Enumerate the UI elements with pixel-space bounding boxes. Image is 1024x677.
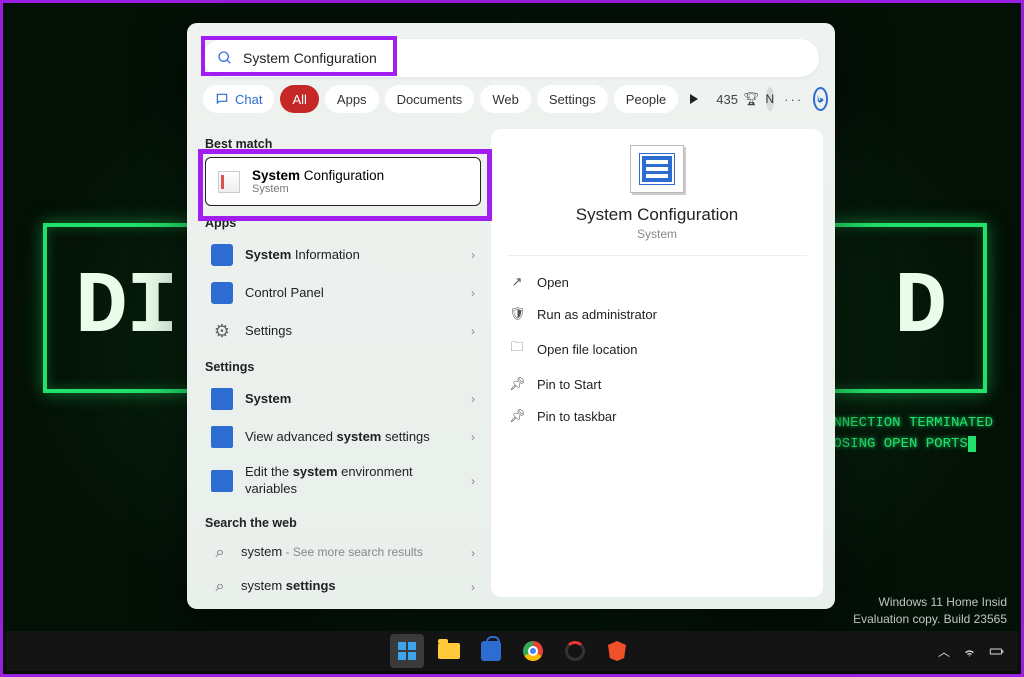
best-match-result[interactable]: System Configuration System bbox=[205, 157, 481, 206]
filter-settings[interactable]: Settings bbox=[537, 85, 608, 113]
taskbar-app[interactable] bbox=[558, 634, 592, 668]
folder-icon: 🗀 bbox=[509, 338, 525, 360]
chevron-right-icon: › bbox=[471, 474, 475, 488]
brave-icon bbox=[608, 641, 626, 661]
wallpaper-terminal-text: CONNECTION TERMINATED CLOSING OPEN PORTS bbox=[817, 413, 993, 455]
shield-icon: 🛡︎ bbox=[509, 306, 525, 322]
taskbar-chrome[interactable] bbox=[516, 634, 550, 668]
filter-all[interactable]: All bbox=[280, 85, 318, 113]
setting-system[interactable]: System › bbox=[205, 380, 481, 418]
taskbar-brave[interactable] bbox=[600, 634, 634, 668]
taskbar-microsoft-store[interactable] bbox=[474, 634, 508, 668]
spinner-icon bbox=[565, 641, 585, 661]
display-icon bbox=[211, 470, 233, 492]
system-tray[interactable]: ︿ bbox=[938, 631, 1004, 671]
search-input[interactable] bbox=[243, 50, 805, 66]
filter-people[interactable]: People bbox=[614, 85, 678, 113]
best-match-subtitle: System bbox=[252, 183, 384, 195]
filter-row: Chat All Apps Documents Web Settings Peo… bbox=[187, 85, 835, 123]
battery-icon[interactable] bbox=[989, 644, 1004, 659]
trophy-icon: 🏆︎ bbox=[743, 91, 760, 107]
app-settings[interactable]: ⚙ Settings › bbox=[205, 312, 481, 350]
wifi-icon[interactable] bbox=[962, 644, 977, 659]
store-icon bbox=[481, 641, 501, 661]
gear-icon: ⚙ bbox=[211, 320, 233, 342]
chevron-right-icon: › bbox=[471, 286, 475, 300]
search-bar[interactable] bbox=[203, 39, 819, 77]
start-button[interactable] bbox=[390, 634, 424, 668]
rewards-points[interactable]: 435 🏆︎ bbox=[716, 91, 759, 107]
app-system-information[interactable]: System Information › bbox=[205, 236, 481, 274]
bing-chat-button[interactable] bbox=[813, 87, 828, 111]
system-information-icon bbox=[211, 244, 233, 266]
section-best-match: Best match bbox=[205, 137, 481, 151]
system-configuration-icon bbox=[218, 171, 240, 193]
chevron-right-icon: › bbox=[471, 324, 475, 338]
setting-env-vars[interactable]: Edit the system environment variables › bbox=[205, 456, 481, 506]
action-run-admin[interactable]: 🛡︎Run as administrator bbox=[507, 298, 807, 330]
display-icon bbox=[211, 426, 233, 448]
action-open[interactable]: ↗Open bbox=[507, 266, 807, 298]
best-match-title: System Configuration bbox=[252, 168, 384, 183]
setting-advanced-system[interactable]: View advanced system settings › bbox=[205, 418, 481, 456]
preview-title: System Configuration bbox=[576, 205, 739, 225]
open-icon: ↗ bbox=[509, 274, 525, 290]
chevron-right-icon: › bbox=[471, 580, 475, 594]
web-result-system[interactable]: ⌕ system - See more search results › bbox=[205, 536, 481, 570]
search-icon: ⌕ bbox=[211, 578, 229, 596]
preview-subtitle: System bbox=[637, 227, 677, 241]
windows-logo-icon bbox=[398, 642, 416, 660]
action-open-location[interactable]: 🗀Open file location bbox=[507, 330, 807, 368]
filter-documents[interactable]: Documents bbox=[385, 85, 475, 113]
more-options[interactable]: ··· bbox=[780, 92, 807, 107]
filter-web[interactable]: Web bbox=[480, 85, 531, 113]
display-icon bbox=[211, 388, 233, 410]
preview-pane: System Configuration System ↗Open 🛡︎Run … bbox=[491, 129, 823, 597]
web-result-system-settings[interactable]: ⌕ system settings › bbox=[205, 570, 481, 604]
chevron-right-icon: › bbox=[471, 430, 475, 444]
folder-icon bbox=[438, 643, 460, 659]
chrome-icon bbox=[523, 641, 543, 661]
action-pin-taskbar[interactable]: 📌︎Pin to taskbar bbox=[507, 400, 807, 432]
bing-icon bbox=[815, 94, 826, 105]
action-pin-start[interactable]: 📌︎Pin to Start bbox=[507, 368, 807, 400]
chevron-right-icon: › bbox=[471, 546, 475, 560]
system-configuration-icon-large bbox=[630, 145, 684, 193]
filter-apps[interactable]: Apps bbox=[325, 85, 379, 113]
section-web: Search the web bbox=[205, 516, 481, 530]
chevron-right-icon: › bbox=[471, 248, 475, 262]
pin-icon: 📌︎ bbox=[509, 376, 525, 392]
results-pane: Best match System Configuration System A… bbox=[187, 123, 491, 609]
app-control-panel[interactable]: Control Panel › bbox=[205, 274, 481, 312]
filter-chat[interactable]: Chat bbox=[203, 85, 274, 113]
search-flyout: Chat All Apps Documents Web Settings Peo… bbox=[187, 23, 835, 609]
taskbar: ︿ bbox=[6, 631, 1018, 671]
search-icon: ⌕ bbox=[211, 544, 229, 562]
section-apps: Apps bbox=[205, 216, 481, 230]
filter-more-icon[interactable] bbox=[690, 94, 698, 104]
chevron-right-icon: › bbox=[471, 392, 475, 406]
windows-watermark: Windows 11 Home Insid Evaluation copy. B… bbox=[853, 594, 1007, 628]
search-icon bbox=[217, 50, 233, 66]
chat-icon bbox=[215, 92, 229, 106]
chevron-up-icon[interactable]: ︿ bbox=[938, 643, 950, 660]
user-avatar[interactable]: N bbox=[766, 87, 775, 111]
section-settings: Settings bbox=[205, 360, 481, 374]
control-panel-icon bbox=[211, 282, 233, 304]
taskbar-file-explorer[interactable] bbox=[432, 634, 466, 668]
pin-icon: 📌︎ bbox=[509, 408, 525, 424]
